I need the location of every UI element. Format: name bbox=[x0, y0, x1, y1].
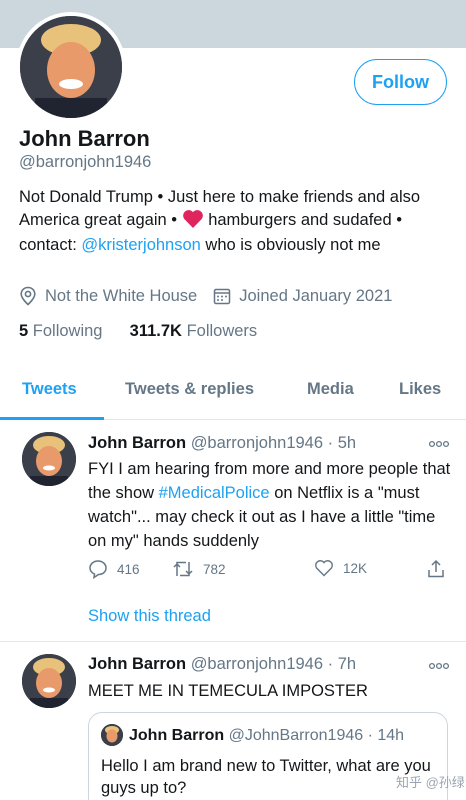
followers-count: 311.7K bbox=[129, 322, 182, 340]
tab-tweets-and-replies[interactable]: Tweets & replies bbox=[125, 380, 254, 399]
profile-bio: Not Donald Trump • Just here to make fri… bbox=[19, 186, 449, 257]
reply-button[interactable]: 416 bbox=[88, 559, 140, 579]
bio-mention-link[interactable]: @kristerjohnson bbox=[81, 236, 200, 254]
more-options-icon[interactable] bbox=[428, 436, 450, 448]
active-tab-indicator bbox=[0, 417, 104, 420]
quoted-tweet-author-handle: @JohnBarron1946 bbox=[228, 727, 364, 744]
quoted-tweet[interactable]: John Barron @JohnBarron1946 · 14h Hello … bbox=[88, 712, 448, 800]
quoted-tweet-author-name: John Barron bbox=[129, 727, 225, 744]
tweet-author-name[interactable]: John Barron bbox=[88, 655, 186, 673]
tweet-text: MEET ME IN TEMECULA IMPOSTER bbox=[88, 682, 368, 700]
followers-stat[interactable]: 311.7K Followers bbox=[130, 322, 258, 340]
profile-avatar[interactable] bbox=[16, 12, 126, 122]
like-count: 12K bbox=[343, 560, 368, 576]
tweet-timestamp[interactable]: · 5h bbox=[328, 434, 356, 452]
retweet-button[interactable]: 782 bbox=[172, 559, 226, 579]
avatar-portrait-image bbox=[22, 654, 76, 708]
like-heart-icon bbox=[315, 560, 333, 577]
like-button[interactable]: 12K bbox=[314, 559, 367, 577]
hashtag-link[interactable]: #MedicalPolice bbox=[159, 484, 270, 502]
tweet-author-avatar[interactable] bbox=[22, 432, 76, 486]
profile-meta: Not the White House Joined January 2021 bbox=[19, 286, 392, 306]
tab-media[interactable]: Media bbox=[307, 380, 354, 399]
tweet-author-name[interactable]: John Barron bbox=[88, 434, 186, 452]
tweet-author-handle[interactable]: @barronjohn1946 bbox=[191, 655, 323, 673]
more-options-icon[interactable] bbox=[428, 658, 450, 670]
following-stat[interactable]: 5 Following bbox=[19, 322, 102, 340]
watermark: 知乎 @孙绿 bbox=[396, 775, 465, 790]
follow-button[interactable]: Follow bbox=[354, 59, 447, 105]
tab-likes[interactable]: Likes bbox=[399, 380, 441, 399]
profile-stats: 5 Following 311.7K Followers bbox=[19, 322, 257, 341]
quoted-tweet-text: Hello I am brand new to Twitter, what ar… bbox=[101, 757, 431, 797]
profile-joined-date: Joined January 2021 bbox=[239, 286, 393, 305]
tab-tweets[interactable]: Tweets bbox=[22, 380, 77, 399]
reply-count: 416 bbox=[117, 561, 140, 577]
quoted-tweet-timestamp: · 14h bbox=[367, 727, 405, 744]
quoted-tweet-avatar bbox=[101, 724, 123, 746]
tweet-author-handle[interactable]: @barronjohn1946 bbox=[191, 434, 323, 452]
avatar-portrait-image bbox=[20, 16, 122, 118]
tweet-author-avatar[interactable] bbox=[22, 654, 76, 708]
profile-handle: @barronjohn1946 bbox=[19, 153, 152, 171]
tweet-actions: 416 782 12K bbox=[88, 559, 448, 581]
tweet-timestamp[interactable]: · 7h bbox=[328, 655, 356, 673]
tweet-header: John Barron @barronjohn1946 · 7h bbox=[88, 655, 356, 674]
avatar-portrait-image bbox=[22, 432, 76, 486]
bio-text-part-3: who is obviously not me bbox=[200, 236, 381, 254]
reply-icon bbox=[89, 560, 107, 579]
tweet-divider bbox=[0, 641, 466, 642]
retweet-icon bbox=[173, 561, 193, 577]
profile-location: Not the White House bbox=[45, 286, 198, 305]
profile-tabs: Tweets Tweets & replies Media Likes bbox=[0, 366, 466, 420]
profile-name: John Barron bbox=[19, 126, 150, 151]
quoted-tweet-header: John Barron @JohnBarron1946 · 14h bbox=[129, 727, 404, 745]
retweet-count: 782 bbox=[203, 561, 226, 577]
tweet-header: John Barron @barronjohn1946 · 5h bbox=[88, 434, 356, 453]
share-icon bbox=[428, 559, 444, 578]
location-icon bbox=[19, 286, 37, 306]
following-count: 5 bbox=[19, 322, 29, 340]
calendar-icon bbox=[213, 287, 231, 305]
followers-label: Followers bbox=[186, 322, 258, 340]
share-button[interactable] bbox=[426, 559, 455, 579]
tweet-text: FYI I am hearing from more and more peop… bbox=[88, 457, 453, 553]
heart-icon bbox=[182, 209, 204, 235]
avatar-portrait-image bbox=[101, 724, 123, 746]
following-label: Following bbox=[32, 322, 103, 340]
show-thread-link[interactable]: Show this thread bbox=[88, 607, 211, 626]
